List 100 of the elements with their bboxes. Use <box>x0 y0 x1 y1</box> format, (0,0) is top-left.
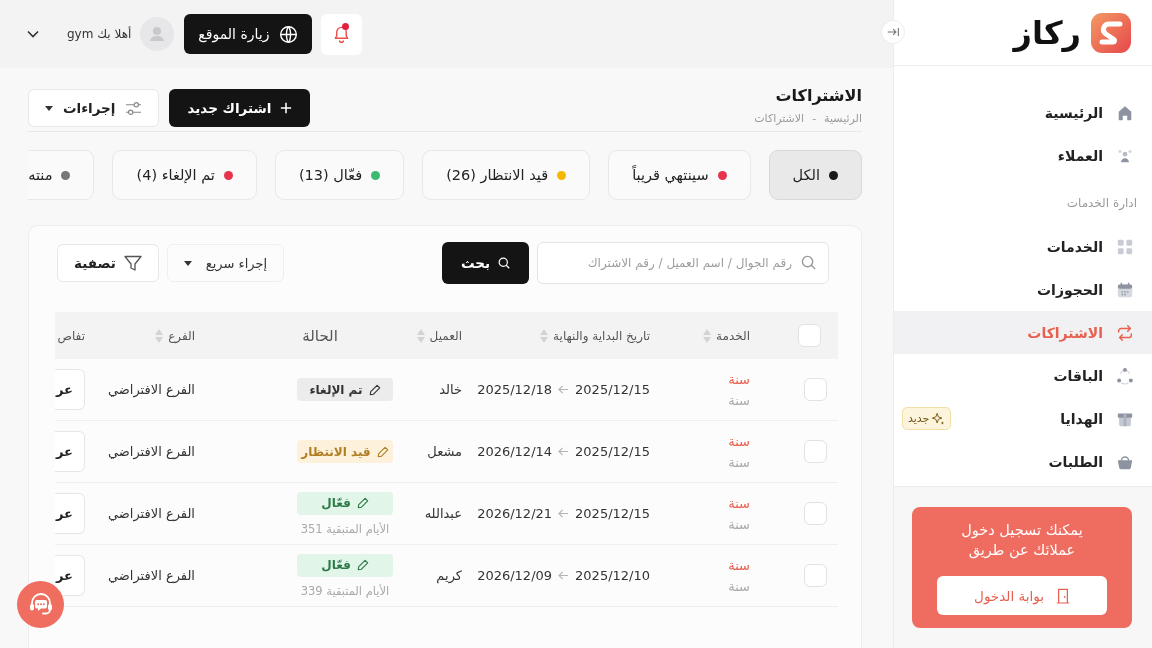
start-date: 2025/12/10 <box>575 568 650 583</box>
customer-name: عبدالله <box>424 506 462 521</box>
row-checkbox[interactable] <box>803 564 827 587</box>
sort-icon <box>416 328 425 343</box>
end-date: 2026/12/09 <box>477 568 553 583</box>
customer-name: كريم <box>436 568 462 583</box>
grid-icon <box>1116 237 1134 256</box>
status-chip[interactable]: فعّال <box>297 491 393 515</box>
filter-button[interactable]: تصفية <box>57 244 159 282</box>
column-header: تفاص <box>57 328 85 343</box>
service-duration: سنة <box>728 515 750 534</box>
plus-icon <box>280 102 293 114</box>
select-all-checkbox[interactable] <box>797 324 821 347</box>
nodes-icon <box>1116 366 1134 385</box>
start-date: 2025/12/15 <box>575 382 650 397</box>
column-header[interactable]: الفرع <box>155 328 195 343</box>
column-header[interactable]: تاريخ البداية والنهاية <box>540 328 650 343</box>
calendar-icon <box>1116 280 1134 299</box>
quick-action-dropdown[interactable]: إجراء سريع <box>166 244 285 282</box>
status-tab[interactable]: منته <box>28 150 95 200</box>
service-duration: سنة <box>728 453 750 472</box>
pencil-icon <box>356 497 369 509</box>
status-chip[interactable]: تم الإلغاء <box>297 378 393 401</box>
door-icon <box>1055 587 1070 604</box>
arrow-left-icon <box>558 509 570 518</box>
arrow-to-bar-icon <box>886 27 900 37</box>
remaining-days: الأيام المتبقية 339 <box>300 583 390 598</box>
pencil-icon <box>356 559 369 571</box>
status-tab[interactable]: الكل <box>768 150 862 200</box>
arrow-left-icon <box>558 447 570 456</box>
search-icon <box>498 257 511 269</box>
nav-item[interactable]: الخدمات <box>894 225 1152 268</box>
column-header[interactable]: العميل <box>416 328 462 343</box>
badge-label: جديد <box>908 412 930 425</box>
avatar-icon <box>140 17 175 51</box>
branch-name: الفرع الافتراضي <box>107 444 195 459</box>
branch-name: الفرع الافتراضي <box>107 382 195 397</box>
details-button[interactable]: عر <box>55 369 85 410</box>
service-duration: سنة <box>728 391 750 410</box>
status-tab[interactable]: سينتهي قريباً <box>608 150 751 200</box>
nav-section-label: ادارة الخدمات <box>1065 195 1138 212</box>
nav-item[interactable]: الطلبات <box>894 440 1152 483</box>
sparkle-icon <box>931 411 946 426</box>
pencil-icon <box>376 445 389 458</box>
caret-down-icon <box>45 105 53 111</box>
notifications-button[interactable] <box>321 13 363 55</box>
service-name: سنة <box>728 494 750 513</box>
pencil-icon <box>368 383 381 396</box>
user-menu-button[interactable]: أهلا بك gym <box>27 27 132 41</box>
details-button[interactable]: عر <box>55 493 85 534</box>
branch-name: الفرع الافتراضي <box>107 568 195 583</box>
customer-name: مشعل <box>427 444 462 459</box>
nav-item[interactable]: الهدايا جديد <box>894 397 1152 440</box>
status-chip[interactable]: فعّال <box>297 553 393 577</box>
service-duration: سنة <box>728 577 750 596</box>
sort-icon <box>540 328 549 343</box>
search-button[interactable]: بحث <box>442 242 529 284</box>
nav-item[interactable]: الباقات <box>894 354 1152 397</box>
breadcrumb-separator: - <box>812 111 817 127</box>
nav-item[interactable]: العملاء <box>894 134 1152 177</box>
chevron-down-icon <box>27 30 39 38</box>
end-date: 2025/12/18 <box>477 382 553 397</box>
funnel-icon <box>123 255 142 271</box>
row-checkbox[interactable] <box>803 378 827 401</box>
details-button[interactable]: عر <box>55 431 85 472</box>
service-name: سنة <box>728 370 750 389</box>
page-title: الاشتراكات <box>774 85 862 107</box>
visit-site-button[interactable]: زيارة الموقع <box>184 14 313 54</box>
search-icon <box>801 255 816 270</box>
sliders-icon <box>125 100 143 116</box>
service-name: سنة <box>728 432 750 451</box>
status-tab[interactable]: تم الإلغاء (4) <box>112 150 257 200</box>
repeat-arrows-icon <box>1116 323 1134 342</box>
status-tab[interactable]: فعّال (13) <box>274 150 405 200</box>
nav-item[interactable]: الرئيسية <box>894 91 1152 134</box>
new-subscription-button[interactable]: اشتراك جديد <box>169 89 311 127</box>
arrow-left-icon <box>558 385 570 394</box>
row-checkbox[interactable] <box>803 502 827 525</box>
column-header[interactable]: الخدمة <box>703 328 750 343</box>
remaining-days: الأيام المتبقية 351 <box>300 521 390 536</box>
search-field[interactable]: رقم الجوال / اسم العميل / رقم الاشتراك <box>537 242 829 284</box>
service-name: سنة <box>728 556 750 575</box>
promo-text: يمكنك تسجيل دخول عملائك عن طريق <box>960 521 1084 560</box>
branch-name: الفرع الافتراضي <box>107 506 195 521</box>
start-date: 2025/12/15 <box>575 444 650 459</box>
end-date: 2026/12/14 <box>477 444 553 459</box>
arrow-left-icon <box>558 571 570 580</box>
column-header: الحالة <box>302 326 338 345</box>
nav-item[interactable]: الحجوزات <box>894 268 1152 311</box>
start-date: 2025/12/15 <box>575 506 650 521</box>
globe-icon <box>279 24 299 44</box>
sort-icon <box>703 328 712 343</box>
status-tab[interactable]: قيد الانتظار (26) <box>422 150 591 200</box>
customer-name: خالد <box>439 382 462 397</box>
sort-icon <box>155 328 164 343</box>
caret-down-icon <box>183 260 192 266</box>
row-checkbox[interactable] <box>803 440 827 463</box>
details-button[interactable]: عر <box>55 555 85 596</box>
end-date: 2026/12/21 <box>477 506 553 521</box>
actions-dropdown-button[interactable]: إجراءات <box>28 89 160 127</box>
